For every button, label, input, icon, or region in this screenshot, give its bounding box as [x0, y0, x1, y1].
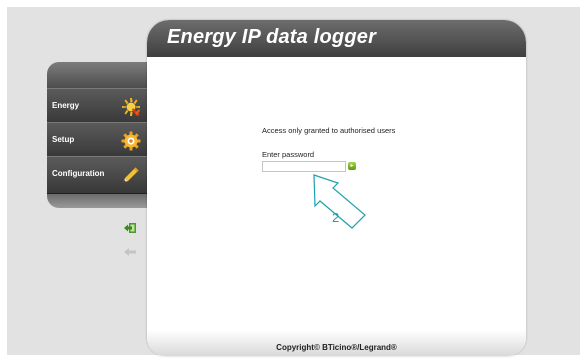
footer-bar: Copyright© BTicino®/Legrand®	[147, 330, 526, 356]
sidebar-item-label: Energy	[52, 101, 80, 110]
login-panel: Energy IP data logger Access only grante…	[147, 20, 526, 356]
back-arrow-icon[interactable]	[123, 244, 137, 256]
callout-arrow	[313, 174, 366, 229]
energy-icon	[121, 97, 141, 117]
sidebar-item-energy[interactable]: Energy	[47, 88, 148, 124]
header-bar: Energy IP data logger	[147, 20, 526, 57]
sidebar-header	[47, 62, 148, 88]
access-message: Access only granted to authorised users	[262, 126, 396, 135]
pencil-icon	[121, 165, 141, 185]
sidebar-footer	[47, 194, 148, 208]
sidebar-item-label: Configuration	[52, 169, 105, 178]
sidebar-item-label: Setup	[52, 135, 75, 144]
page-title: Energy IP data logger	[167, 26, 377, 48]
logout-icon[interactable]	[123, 221, 137, 233]
password-input[interactable]	[262, 161, 346, 172]
password-label: Enter password	[262, 150, 315, 159]
callout-number: 2	[332, 210, 340, 225]
go-arrow-icon[interactable]: ▸	[348, 162, 356, 170]
copyright-text: Copyright© BTicino®/Legrand®	[276, 343, 397, 352]
gear-icon	[121, 131, 141, 151]
sidebar-item-setup[interactable]: Setup	[47, 122, 148, 158]
sidebar-item-configuration[interactable]: Configuration	[47, 156, 148, 194]
